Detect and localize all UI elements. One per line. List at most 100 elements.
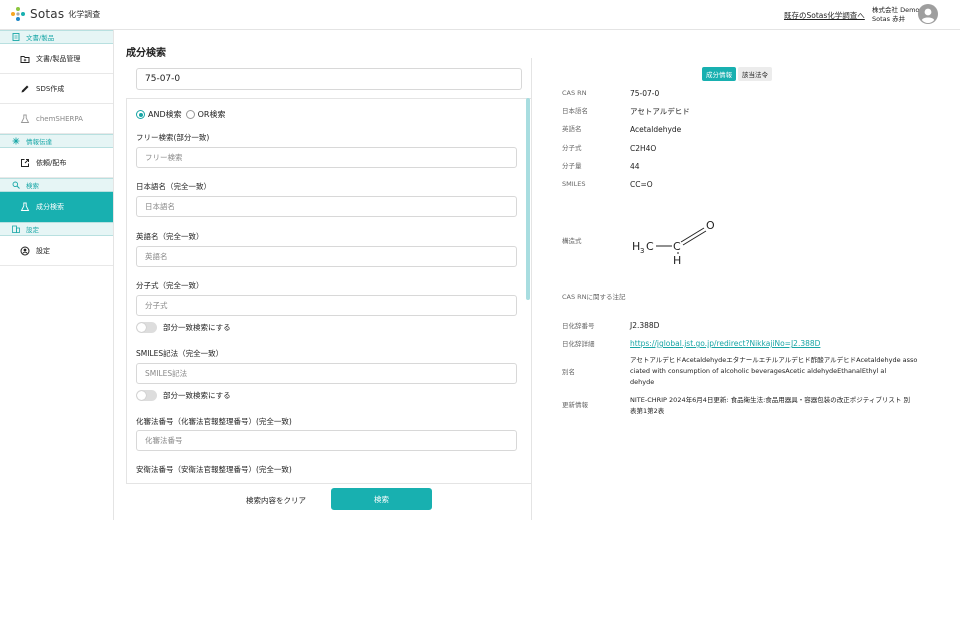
- structure-subscript-3: 3: [640, 247, 644, 255]
- cscl-number-input[interactable]: 化審法番号: [136, 430, 517, 451]
- alias-line-1: アセトアルデヒドAcetaldehydeエタナールエチルアルデヒド酢酸アルデヒド…: [630, 356, 918, 364]
- free-search-label: フリー検索(部分一致): [136, 133, 210, 142]
- formula-partial-toggle[interactable]: [136, 322, 157, 333]
- user-info: 株式会社 Demo Sotas 赤井: [872, 6, 919, 24]
- sidebar-item-documents[interactable]: 文書/製品管理: [0, 44, 113, 74]
- structure-o: O: [706, 219, 715, 232]
- share-icon: [12, 137, 20, 145]
- logo-subtitle: 化学調査: [68, 9, 101, 19]
- cas-rn-label: CAS RN: [562, 89, 587, 97]
- nikkaji-number-label: 日化辞番号: [562, 322, 595, 330]
- sidebar-section-label: 設定: [26, 226, 39, 234]
- search-icon: [12, 181, 20, 189]
- smiles-detail-value: CC=O: [630, 180, 653, 189]
- avatar-icon[interactable]: [918, 4, 938, 24]
- user-circle-icon: [20, 246, 30, 256]
- molecular-weight-value: 44: [630, 162, 640, 171]
- smiles-input[interactable]: SMILES記法: [136, 363, 517, 384]
- alias-line-3: dehyde: [630, 378, 655, 386]
- and-radio-label: AND検索: [148, 110, 182, 119]
- formula-partial-toggle-row: 部分一致検索にする: [136, 322, 231, 333]
- update-line-2: 表第1第2表: [630, 407, 665, 415]
- tab-component-info[interactable]: 成分情報: [702, 67, 736, 81]
- logo-text: Sotas: [30, 7, 65, 21]
- japanese-name-detail-value: アセトアルデヒド: [630, 107, 690, 116]
- pencil-icon: [20, 84, 30, 94]
- nikkaji-detail-label: 日化辞詳細: [562, 340, 595, 348]
- sidebar-section-documents: 文書/製品: [0, 30, 113, 44]
- sidebar-item-settings[interactable]: 設定: [0, 236, 113, 266]
- sidebar-item-label: 依頼/配布: [36, 158, 67, 167]
- company-name: 株式会社 Demo: [872, 6, 920, 14]
- toggle-label: 部分一致検索にする: [163, 391, 231, 400]
- smiles-label: SMILES記法（完全一致）: [136, 349, 224, 358]
- alias-line-2: ciated with consumption of alcoholic bev…: [630, 367, 887, 375]
- free-search-input[interactable]: フリー検索: [136, 147, 517, 168]
- english-name-input[interactable]: 英語名: [136, 246, 517, 267]
- sidebar: 文書/製品 文書/製品管理 SDS作成 chemSHERPA 情報伝達 依頼/配…: [0, 30, 114, 520]
- clear-button[interactable]: 検索内容をクリア: [246, 495, 306, 506]
- sidebar-section-label: 検索: [26, 182, 39, 190]
- or-radio[interactable]: [185, 110, 195, 119]
- sidebar-item-label: 成分検索: [36, 203, 64, 211]
- sidebar-item-label: chemSHERPA: [36, 114, 83, 123]
- legacy-site-link[interactable]: 既存のSotas化学調査へ: [784, 10, 865, 21]
- structure-c1: C: [646, 240, 654, 253]
- english-name-label: 英語名（完全一致）: [136, 232, 204, 241]
- japanese-name-detail-label: 日本語名: [562, 107, 588, 115]
- app-logo[interactable]: Sotas 化学調査: [10, 6, 100, 22]
- update-line-1: NITE-CHRIP 2024年6月4日更新: 食品衛生法:食品用器具・容器包装…: [630, 396, 910, 404]
- flask-icon: [20, 114, 30, 124]
- english-name-detail-label: 英語名: [562, 125, 582, 133]
- and-radio[interactable]: [136, 110, 145, 119]
- form-scrollbar[interactable]: [526, 98, 530, 300]
- sotas-logo-icon: [11, 7, 25, 21]
- alias-label: 別名: [562, 368, 575, 376]
- smiles-partial-toggle[interactable]: [136, 390, 157, 401]
- japanese-name-label: 日本語名（完全一致）: [136, 182, 211, 191]
- sidebar-item-requests[interactable]: 依頼/配布: [0, 148, 113, 178]
- cscl-number-label: 化審法番号（化審法官報整理番号）(完全一致): [136, 417, 292, 426]
- building-icon: [12, 225, 20, 233]
- toggle-label: 部分一致検索にする: [163, 323, 231, 332]
- cas-note-label: CAS RNに関する注記: [562, 293, 626, 301]
- sidebar-item-label: 設定: [36, 246, 50, 255]
- or-radio-label: OR検索: [197, 110, 226, 119]
- ishl-number-label: 安衛法番号（安衛法官報整理番号）(完全一致): [136, 465, 292, 474]
- sidebar-item-chemsherpa[interactable]: chemSHERPA: [0, 104, 113, 134]
- formula-detail-label: 分子式: [562, 144, 582, 152]
- sidebar-section-search: 検索: [0, 178, 113, 192]
- tab-regulations[interactable]: 該当法令: [738, 67, 772, 81]
- formula-input[interactable]: 分子式: [136, 295, 517, 316]
- app-header: Sotas 化学調査 既存のSotas化学調査へ 株式会社 Demo Sotas…: [0, 0, 960, 30]
- sidebar-item-label: SDS作成: [36, 84, 65, 93]
- search-mode-group: AND検索 OR検索: [136, 109, 229, 120]
- sidebar-item-sds[interactable]: SDS作成: [0, 74, 113, 104]
- detail-tabs: 成分情報 該当法令: [702, 67, 772, 81]
- cas-rn-value: 75-07-0: [630, 89, 660, 98]
- update-info-label: 更新情報: [562, 401, 588, 409]
- structure-h: H: [673, 254, 681, 266]
- nikkaji-detail-link[interactable]: https://jglobal.jst.go.jp/redirect?Nikka…: [630, 339, 820, 349]
- page-title: 成分検索: [126, 48, 166, 59]
- sidebar-section-label: 文書/製品: [26, 34, 55, 42]
- molecular-weight-label: 分子量: [562, 162, 582, 170]
- japanese-name-input[interactable]: 日本語名: [136, 196, 517, 217]
- sidebar-item-label: 文書/製品管理: [36, 54, 81, 63]
- formula-label: 分子式（完全一致）: [136, 281, 204, 290]
- nikkaji-number-value: J2.388D: [630, 321, 660, 330]
- structure-c2: C: [673, 240, 681, 253]
- smiles-detail-label: SMILES: [562, 180, 586, 188]
- sidebar-item-component-search[interactable]: 成分検索: [0, 192, 113, 222]
- form-footer: [126, 483, 532, 519]
- sidebar-section-settings: 設定: [0, 222, 113, 236]
- english-name-detail-value: Acetaldehyde: [630, 125, 682, 134]
- sidebar-section-sharing: 情報伝達: [0, 134, 113, 148]
- folder-icon: [20, 54, 30, 64]
- cas-search-input[interactable]: 75-07-0: [136, 68, 522, 90]
- flask-icon: [20, 202, 30, 212]
- search-button[interactable]: 検索: [331, 488, 432, 510]
- structure-label: 構造式: [562, 237, 582, 245]
- smiles-partial-toggle-row: 部分一致検索にする: [136, 390, 231, 401]
- panel-divider: [531, 58, 532, 520]
